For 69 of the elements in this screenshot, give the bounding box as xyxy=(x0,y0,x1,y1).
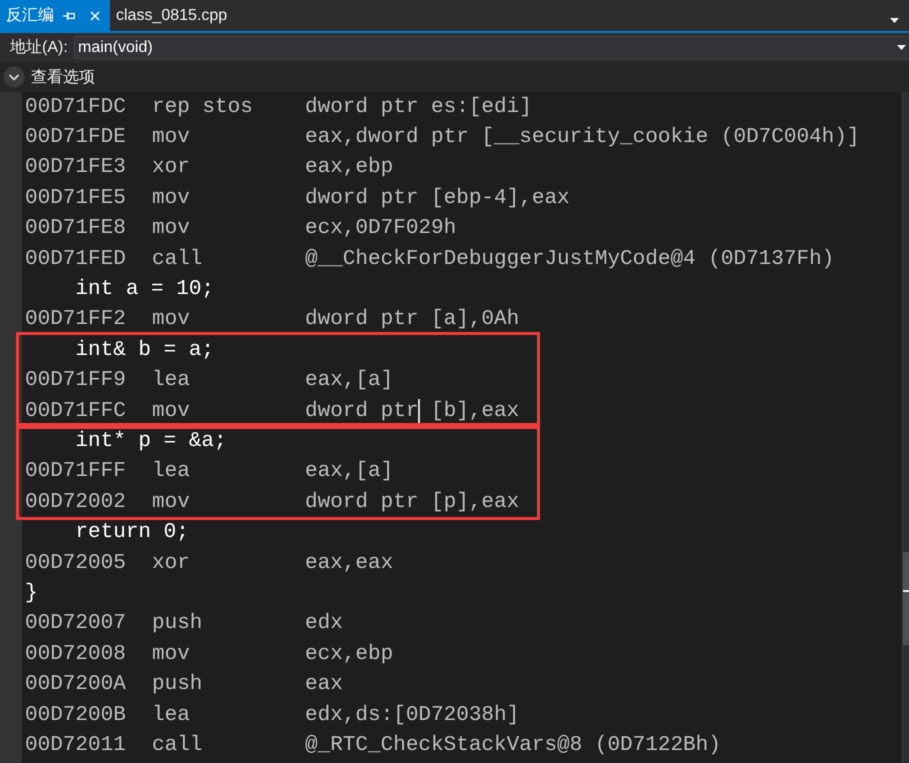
field-label: 地址(A): xyxy=(10,38,69,58)
scrollbar-thumb[interactable] xyxy=(903,552,909,645)
mnemonic-text: xor xyxy=(152,552,190,575)
view-options-toggle[interactable]: 查看选项 xyxy=(3,66,95,88)
position-marker-icon xyxy=(903,590,909,592)
address-text: 00D71FFF xyxy=(25,460,126,484)
operand-text: dword ptr es:[edi] xyxy=(305,96,532,119)
vertical-scrollbar[interactable] xyxy=(902,92,909,763)
chevron-down-icon[interactable] xyxy=(3,66,25,88)
operand-text: eax,eax xyxy=(305,552,394,575)
mnemonic-text: mov xyxy=(152,642,190,666)
source-line: int a = 10; xyxy=(75,278,214,302)
address-text: 00D71FF9 xyxy=(25,369,126,392)
operand-text: eax,ebp xyxy=(305,156,394,180)
address-text: 00D71FE3 xyxy=(25,156,126,180)
mnemonic-text: push xyxy=(152,612,202,636)
mnemonic-text: mov xyxy=(152,126,190,150)
mnemonic-text: push xyxy=(152,673,202,696)
address-text: 00D71FED xyxy=(25,248,126,271)
operand-text: dword ptr [p],eax xyxy=(305,490,520,514)
operand-text: dword ptr [b],eax xyxy=(305,400,520,423)
address-text: 00D71FF2 xyxy=(25,308,126,332)
address-text: 00D72007 xyxy=(25,612,126,636)
address-text: 00D71FFC xyxy=(25,400,126,423)
operand-text: ecx,ebp xyxy=(305,642,394,666)
operand-text: eax,[a] xyxy=(305,369,394,392)
address-text: 00D71FE5 xyxy=(25,186,126,210)
address-text: 00D72005 xyxy=(25,552,126,575)
address-text: 00D72002 xyxy=(25,490,126,514)
pin-icon[interactable] xyxy=(63,10,75,20)
operand-text: eax,[a] xyxy=(305,460,394,484)
mnemonic-text: mov xyxy=(152,490,190,514)
mnemonic-text: lea xyxy=(152,460,190,484)
operand-text: @__CheckForDebuggerJustMyCode@4 (0D7137Fh) xyxy=(305,248,834,271)
address-text: 00D7200A xyxy=(25,673,126,696)
address-text: 00D72011 xyxy=(25,734,126,757)
mnemonic-text: mov xyxy=(152,400,190,423)
mnemonic-text: rep stos xyxy=(152,96,253,119)
address-combobox[interactable]: main(void) xyxy=(74,36,909,59)
operand-text: dword ptr [ebp-4],eax xyxy=(305,186,570,210)
close-icon[interactable] xyxy=(90,10,100,20)
mnemonic-text: mov xyxy=(152,217,190,240)
mnemonic-text: lea xyxy=(152,369,190,392)
address-text: 00D71FDE xyxy=(25,126,126,150)
operand-text: dword ptr [a],0Ah xyxy=(305,308,520,332)
source-line: int& b = a; xyxy=(75,338,214,362)
source-line: } xyxy=(25,582,38,605)
operand-text: @_RTC_CheckStackVars@8 (0D7122Bh) xyxy=(305,734,721,757)
address-text: 00D7200B xyxy=(25,704,126,726)
caret-down-icon[interactable] xyxy=(897,45,906,50)
mnemonic-text: mov xyxy=(152,186,190,210)
mnemonic-text: call xyxy=(152,248,202,271)
mnemonic-text: xor xyxy=(152,156,190,180)
operand-text: ecx,0D7F029h xyxy=(305,217,456,240)
operand-text: eax,dword ptr [__security_cookie (0D7C004h)] xyxy=(305,126,860,150)
operand-text: edx,ds:[0D72038h] xyxy=(305,704,520,726)
mnemonic-text: lea xyxy=(152,704,190,726)
tab[interactable]: 反汇编 xyxy=(0,0,110,31)
mnemonic-text: call xyxy=(152,734,202,757)
tab[interactable]: class_0815.cpp xyxy=(110,0,234,31)
caret-down-icon[interactable] xyxy=(890,18,899,23)
mnemonic-text: mov xyxy=(152,308,190,332)
address-text: 00D72008 xyxy=(25,642,126,666)
source-line: int* p = &a; xyxy=(75,430,227,453)
address-text: 00D71FDC xyxy=(25,96,126,119)
address-text: 00D71FE8 xyxy=(25,217,126,240)
source-line: return 0; xyxy=(75,521,189,544)
operand-text: edx xyxy=(305,612,343,636)
operand-text: eax xyxy=(305,673,343,696)
